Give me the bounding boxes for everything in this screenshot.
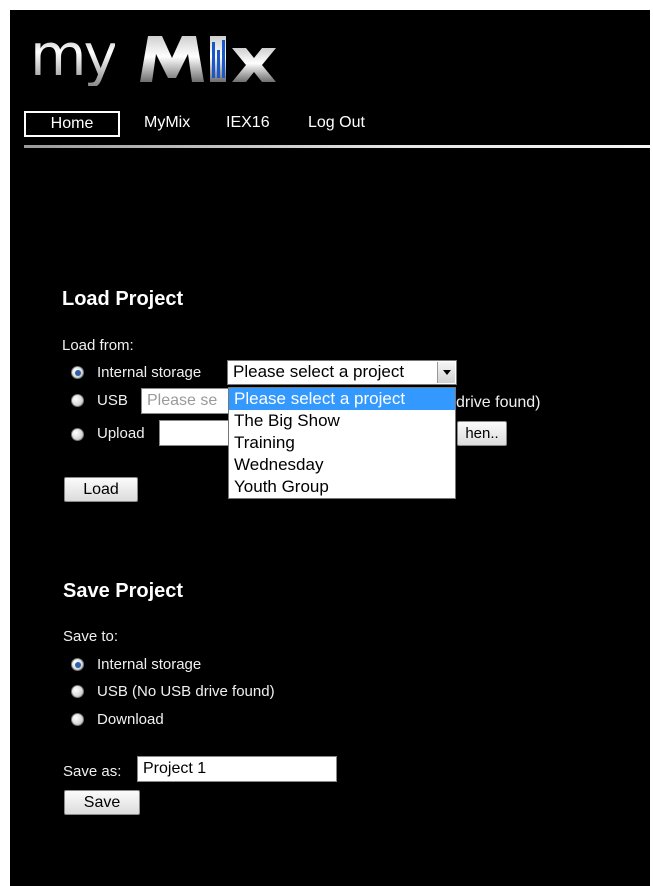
app-window: my Home MyMix IEX16 Log Out Load Project… <box>10 10 650 886</box>
load-button[interactable]: Load <box>64 477 138 502</box>
nav-divider <box>24 145 650 148</box>
dropdown-option[interactable]: Please select a project <box>229 388 455 410</box>
nav-iex16[interactable]: IEX16 <box>226 112 270 136</box>
browse-button[interactable]: hen.. <box>457 421 507 446</box>
save-usb-label: USB (No USB drive found) <box>97 683 275 700</box>
logo-wordmark-mix <box>140 36 276 82</box>
project-select-value: Please select a project <box>233 362 405 381</box>
load-usb-label: USB <box>97 392 128 409</box>
load-upload-label: Upload <box>97 425 145 442</box>
nav-mymix[interactable]: MyMix <box>144 112 190 136</box>
nav-log-out[interactable]: Log Out <box>308 112 365 136</box>
load-from-label: Load from: <box>62 337 134 354</box>
usb-status-text: drive found) <box>456 394 541 411</box>
save-download-radio[interactable] <box>71 713 84 726</box>
load-upload-radio[interactable] <box>71 428 84 441</box>
dropdown-option[interactable]: Training <box>229 432 455 454</box>
usb-select-placeholder: Please se <box>147 392 218 409</box>
load-internal-radio[interactable] <box>71 366 84 379</box>
save-to-label: Save to: <box>63 628 119 645</box>
dropdown-option[interactable]: Wednesday <box>229 454 455 476</box>
project-dropdown-list: Please select a project The Big Show Tra… <box>228 387 456 499</box>
logo-wordmark-my: my <box>30 21 118 89</box>
save-download-label: Download <box>97 711 164 728</box>
mymix-logo: my <box>30 24 330 86</box>
dropdown-arrow-icon[interactable] <box>437 362 455 383</box>
save-project-heading: Save Project <box>63 580 184 602</box>
save-internal-radio[interactable] <box>71 658 84 671</box>
load-internal-label: Internal storage <box>97 364 202 381</box>
usb-project-select[interactable]: Please se <box>141 388 237 414</box>
save-as-value: Project 1 <box>143 760 207 777</box>
nav-home[interactable]: Home <box>24 111 120 137</box>
dropdown-option[interactable]: The Big Show <box>229 410 455 432</box>
save-usb-radio[interactable] <box>71 685 84 698</box>
dropdown-option[interactable]: Youth Group <box>229 476 455 498</box>
save-button[interactable]: Save <box>64 790 140 815</box>
load-project-heading: Load Project <box>62 288 184 310</box>
project-select[interactable]: Please select a project <box>227 360 457 385</box>
save-as-label: Save as: <box>63 763 122 780</box>
save-internal-label: Internal storage <box>97 656 202 673</box>
upload-file-field[interactable] <box>159 420 239 446</box>
load-usb-radio[interactable] <box>71 394 84 407</box>
save-as-field[interactable]: Project 1 <box>137 756 337 782</box>
